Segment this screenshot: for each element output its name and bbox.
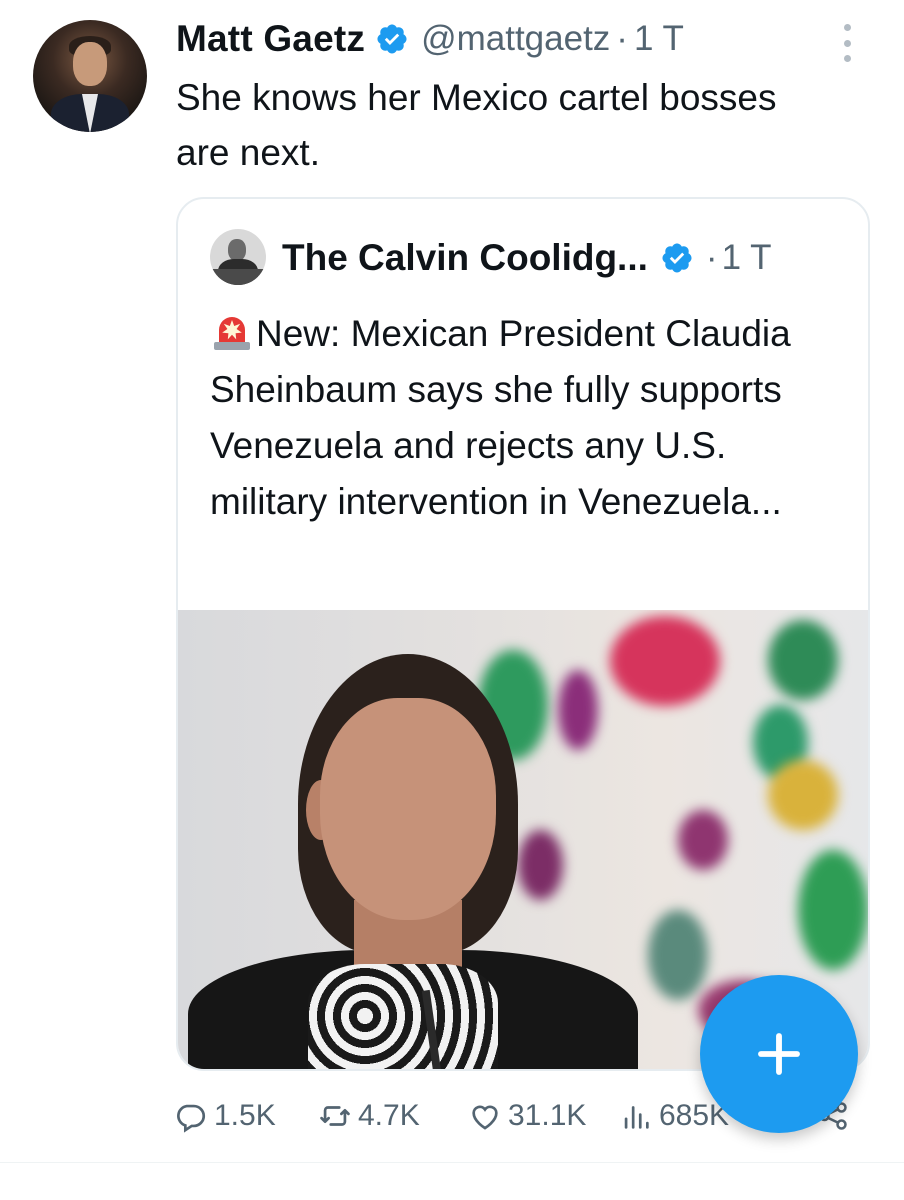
- compose-fab-button[interactable]: [700, 975, 858, 1133]
- quoted-author-avatar[interactable]: [210, 229, 266, 285]
- quoted-avatar-head: [228, 239, 246, 261]
- more-dot: [843, 55, 851, 62]
- quoted-tweet-card[interactable]: The Calvin Coolidg... · 1 T New: Mexican…: [176, 197, 870, 1071]
- like-count: 31.1K: [508, 1099, 587, 1132]
- verified-badge-icon: [377, 24, 407, 54]
- quoted-tweet-header: The Calvin Coolidg... · 1 T: [282, 235, 772, 281]
- more-options-icon[interactable]: [840, 24, 854, 62]
- more-dot: [843, 24, 851, 31]
- separator-dot: ·: [705, 238, 718, 277]
- quoted-tweet-text: New: Mexican President Claudia Sheinbaum…: [210, 306, 850, 530]
- reply-count: 1.5K: [214, 1099, 276, 1132]
- tweet-time[interactable]: 1 T: [634, 19, 684, 59]
- photo-person-blouse: [308, 964, 498, 1069]
- more-dot: [843, 39, 851, 47]
- avatar-face: [73, 42, 107, 86]
- author-handle[interactable]: @mattgaetz: [421, 19, 610, 59]
- views-button[interactable]: 685K: [619, 1094, 729, 1138]
- retweet-count: 4.7K: [358, 1099, 420, 1132]
- quoted-tweet-body: New: Mexican President Claudia Sheinbaum…: [210, 313, 791, 522]
- photo-background-flower: [518, 830, 563, 900]
- photo-background-flower: [798, 850, 868, 970]
- quoted-author-name: The Calvin Coolidg...: [282, 237, 648, 278]
- siren-emoji-icon: [214, 317, 250, 350]
- photo-background-flower: [768, 760, 838, 830]
- verified-badge-icon: [662, 243, 692, 273]
- author-name[interactable]: Matt Gaetz: [176, 18, 365, 60]
- photo-background-flower: [648, 910, 708, 1000]
- heart-icon: [472, 1105, 498, 1130]
- tweet-text: She knows her Mexico cartel bosses are n…: [176, 77, 777, 173]
- tweet-divider: [0, 1162, 904, 1163]
- photo-background-flower: [558, 670, 598, 750]
- reply-icon: [177, 1104, 206, 1133]
- photo-background-flower: [768, 620, 838, 700]
- like-button[interactable]: 31.1K: [468, 1094, 586, 1138]
- retweet-button[interactable]: 4.7K: [318, 1094, 420, 1138]
- photo-background-flower: [678, 810, 728, 870]
- photo-background-flower: [610, 616, 720, 706]
- plus-icon: [758, 1033, 800, 1075]
- tweet-header: Matt Gaetz @mattgaetz · 1 T: [176, 16, 684, 62]
- author-avatar[interactable]: [33, 20, 147, 132]
- quoted-avatar-desk: [210, 269, 266, 285]
- separator-dot: ·: [616, 19, 628, 58]
- photo-person-face: [320, 698, 496, 920]
- views-chart-icon: [624, 1106, 649, 1129]
- quoted-tweet-time: 1 T: [721, 238, 772, 277]
- reply-button[interactable]: 1.5K: [174, 1094, 276, 1138]
- retweet-icon: [320, 1106, 350, 1126]
